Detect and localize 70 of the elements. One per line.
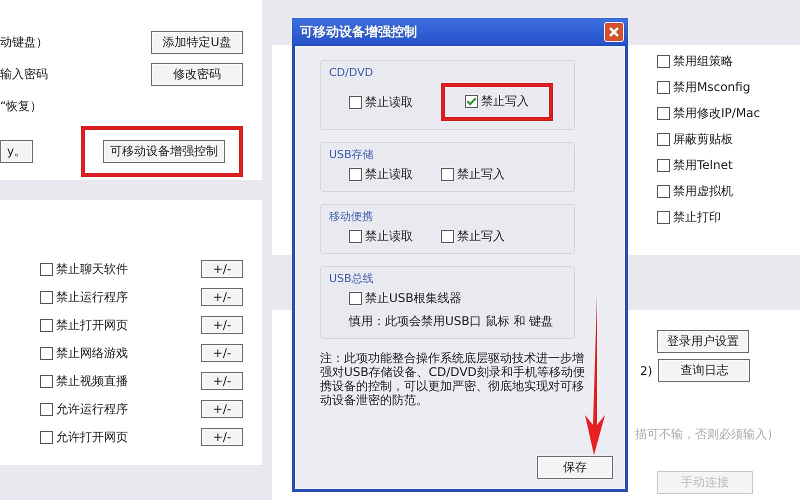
- toggle-button[interactable]: +/-: [201, 428, 243, 446]
- checkbox[interactable]: [657, 55, 670, 68]
- dialog-title: 可移动设备增强控制: [300, 24, 417, 41]
- checkbox-label: 禁用Msconfig: [673, 79, 750, 96]
- save-button[interactable]: 保存: [537, 456, 613, 479]
- close-icon: [608, 26, 620, 38]
- checkbox[interactable]: [349, 168, 362, 181]
- checkbox[interactable]: [40, 374, 53, 388]
- checkbox[interactable]: [349, 230, 362, 243]
- checkbox-label: 禁用修改IP/Mac: [673, 105, 760, 122]
- checkbox[interactable]: [657, 81, 670, 94]
- group-title: CD/DVD: [329, 66, 374, 79]
- checkbox[interactable]: [657, 107, 670, 120]
- checkbox[interactable]: [657, 159, 670, 172]
- checkbox-label: 禁止打印: [673, 209, 721, 226]
- checkbox-label: 禁止写入: [457, 166, 505, 183]
- checkbox[interactable]: [349, 292, 362, 305]
- hint-text: 描可不输，否则必须输入）: [635, 426, 780, 443]
- checkbox-label: 禁用组策略: [673, 53, 733, 70]
- action-button[interactable]: 查询日志: [658, 359, 750, 382]
- checkbox[interactable]: [657, 185, 670, 198]
- option-label: “恢复）: [0, 98, 42, 114]
- checkbox-label: 禁止读取: [365, 228, 413, 245]
- checkbox[interactable]: [349, 96, 362, 108]
- side-text: 2): [640, 364, 652, 378]
- group-title: USB总线: [329, 272, 374, 285]
- toggle-button[interactable]: +/-: [201, 288, 243, 306]
- option-label: 动键盘）: [0, 34, 48, 50]
- warning-text: 慎用：此项会禁用USB口 鼠标 和 键盘: [349, 313, 554, 330]
- action-button[interactable]: 添加特定U盘: [151, 30, 243, 54]
- checkbox[interactable]: [441, 168, 454, 181]
- checkbox-label: 禁止写入: [457, 228, 505, 245]
- checkbox[interactable]: [441, 230, 454, 243]
- close-button[interactable]: [604, 22, 624, 42]
- group-title: USB存储: [329, 148, 374, 161]
- checkbox-label: 禁止视频直播: [56, 372, 128, 390]
- note-text: 注：此项功能整合操作系统底层驱动技术进一步增强对USB存储设备、CD/DVD刻录和手机等移动便携设备的控制，可以更加严密、彻底地实现对可移动设备泄密的防范。: [320, 351, 586, 407]
- checkbox-label: 禁止读取: [365, 166, 413, 183]
- checkbox-label: 禁止读取: [365, 94, 413, 110]
- checkbox[interactable]: [40, 346, 53, 360]
- checkbox-label: 禁止聊天软件: [56, 260, 128, 278]
- checkbox-label: 禁止运行程序: [56, 288, 128, 306]
- device-control-button[interactable]: 可移动设备增强控制: [103, 140, 225, 163]
- checkbox-label: 禁止打开网页: [56, 316, 128, 334]
- toggle-button[interactable]: +/-: [201, 316, 243, 334]
- checkbox-label: 禁用虚拟机: [673, 183, 733, 200]
- checkbox-label: 禁用Telnet: [673, 157, 733, 174]
- toggle-button[interactable]: +/-: [201, 400, 243, 418]
- action-button[interactable]: 登录用户设置: [657, 330, 749, 353]
- checkbox[interactable]: [40, 262, 53, 276]
- checkbox-label: 禁止USB根集线器: [365, 290, 462, 307]
- checkbox-label: 允许打开网页: [56, 428, 128, 446]
- checkbox-label: 禁止网络游戏: [56, 344, 128, 362]
- group-title: 移动便携: [329, 210, 373, 223]
- option-label: 输入密码: [0, 66, 48, 82]
- checkbox[interactable]: [465, 95, 478, 108]
- checkbox-label: 允许运行程序: [56, 400, 128, 418]
- checkbox[interactable]: [657, 133, 670, 146]
- checkbox-label: 屏蔽剪贴板: [673, 131, 733, 148]
- action-button[interactable]: 修改密码: [151, 62, 243, 86]
- checkbox[interactable]: [657, 211, 670, 224]
- checkbox[interactable]: [40, 290, 53, 304]
- checkbox[interactable]: [40, 430, 53, 444]
- toggle-button[interactable]: +/-: [201, 344, 243, 362]
- partial-button[interactable]: y。: [0, 140, 34, 163]
- checkbox-label: 禁止写入: [481, 93, 529, 110]
- checkbox[interactable]: [40, 402, 53, 416]
- checkbox[interactable]: [40, 318, 53, 332]
- toggle-button[interactable]: +/-: [201, 372, 243, 390]
- toggle-button[interactable]: +/-: [201, 260, 243, 278]
